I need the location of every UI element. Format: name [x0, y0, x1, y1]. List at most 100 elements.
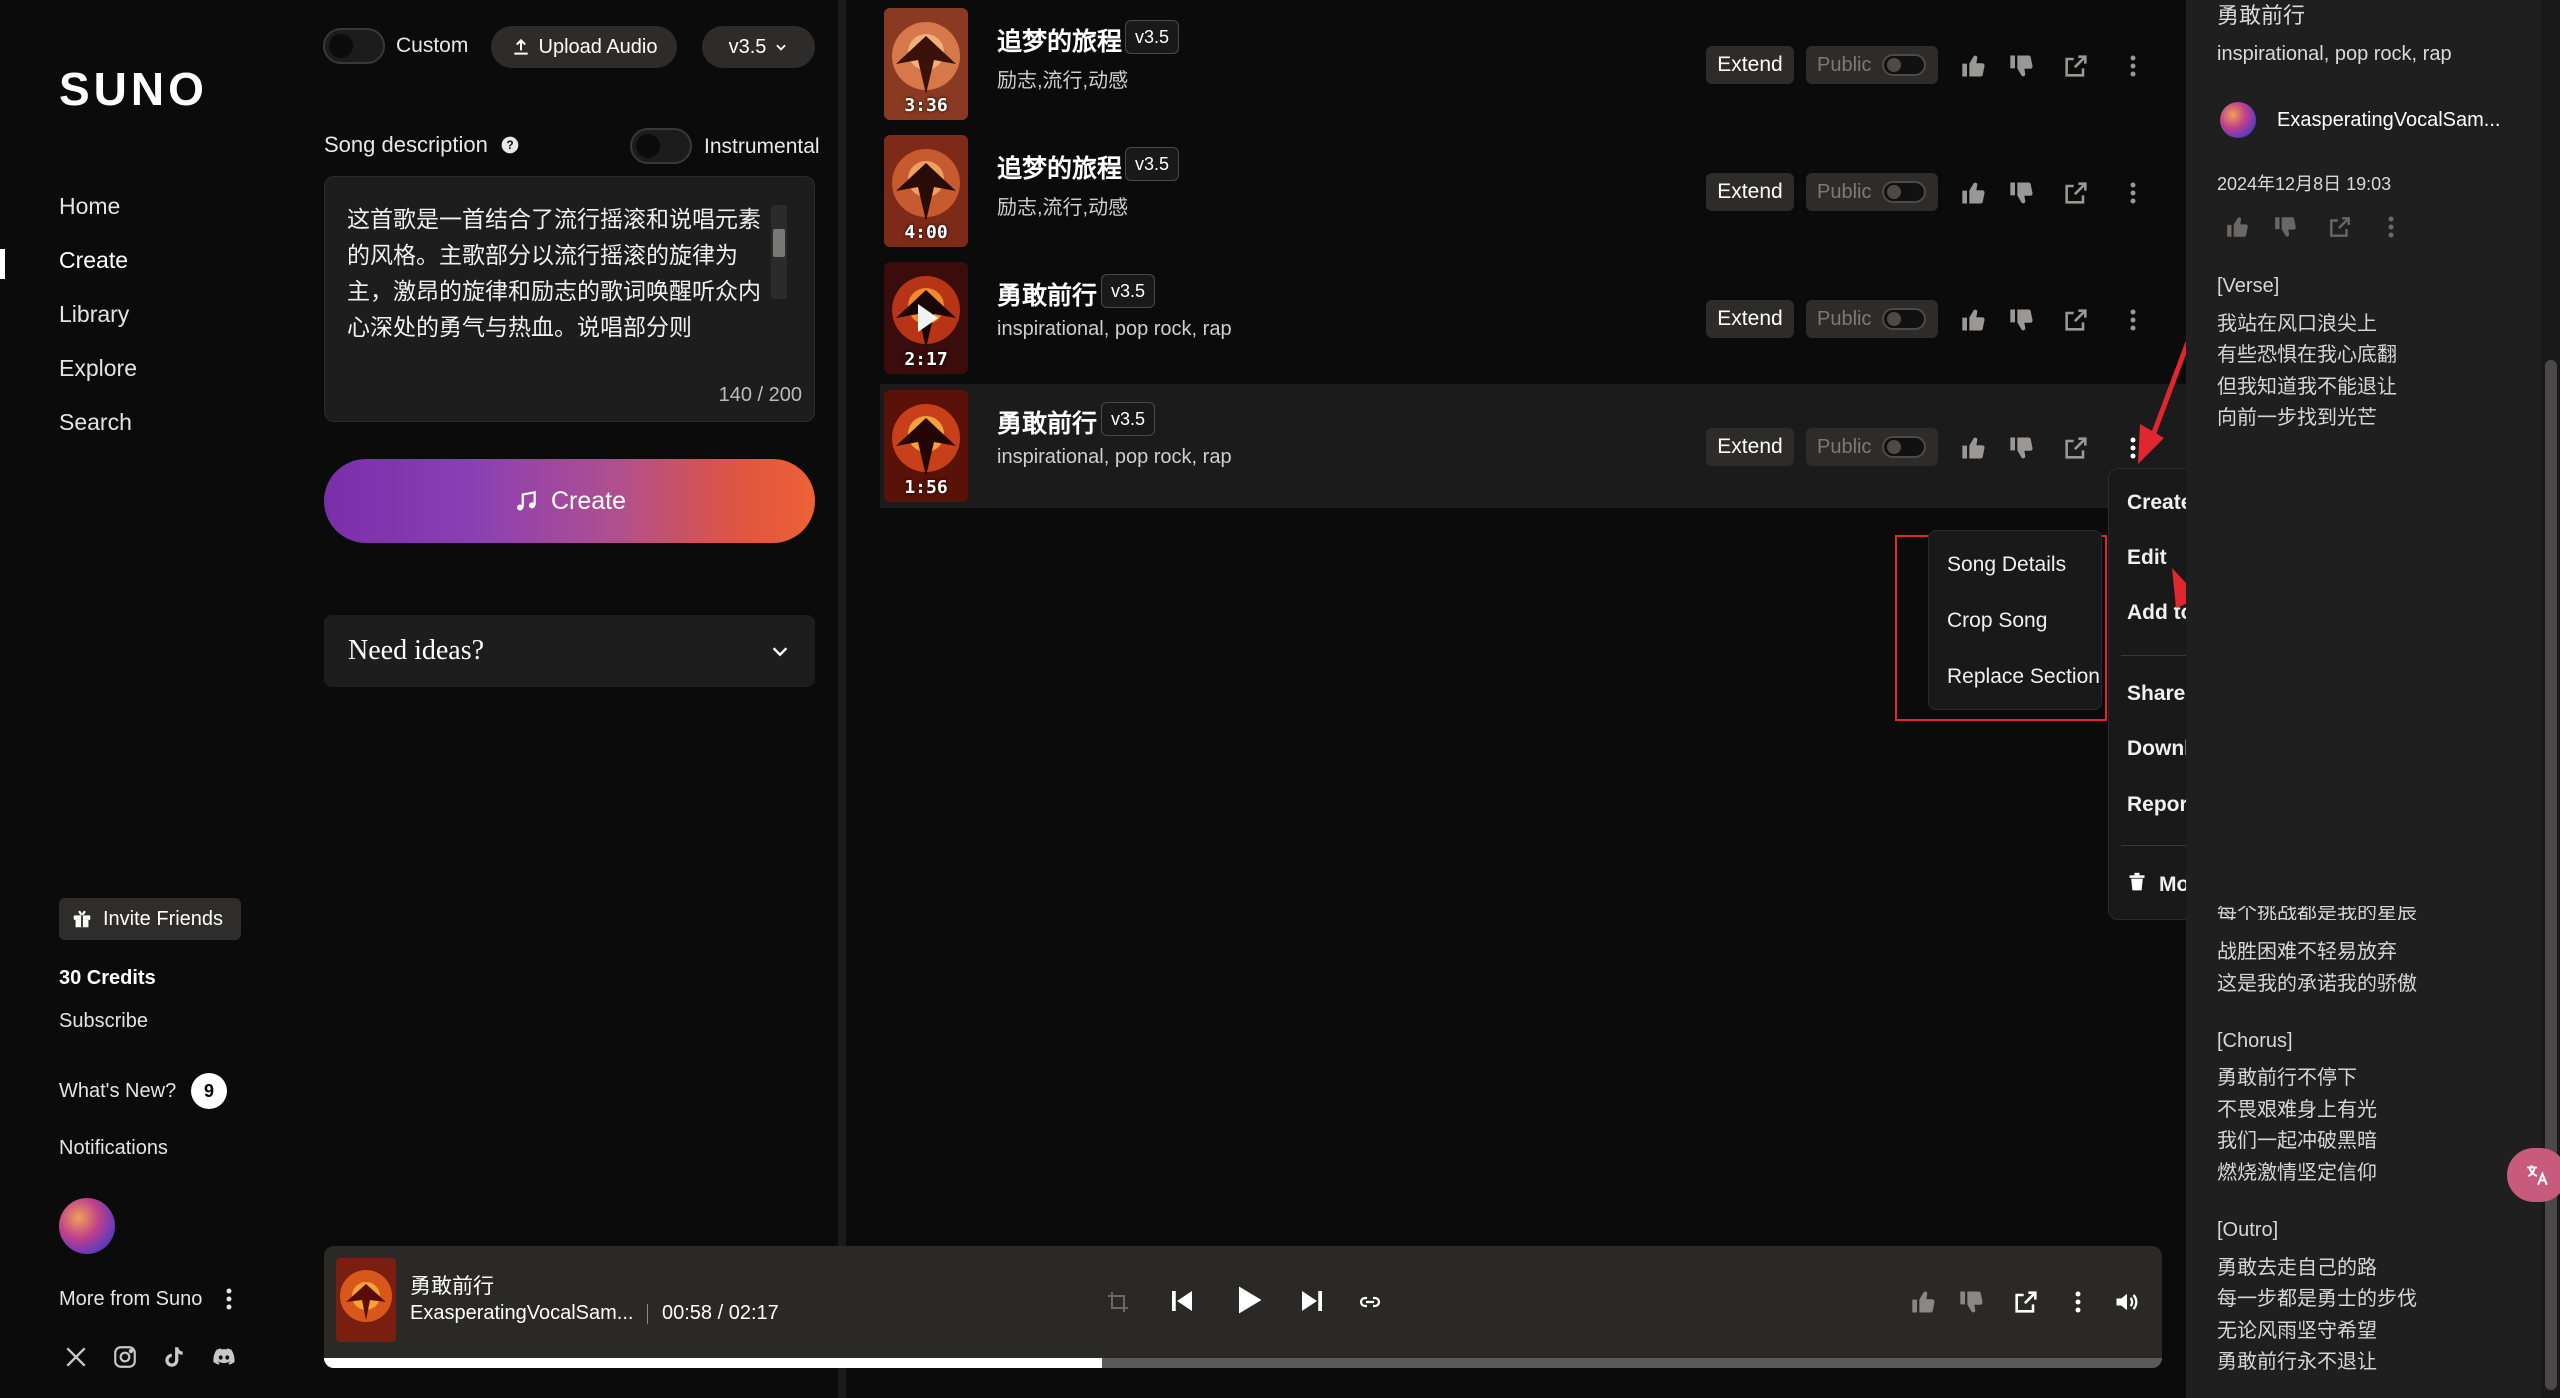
song-tags[interactable]: 励志,流行,动感 — [997, 64, 1128, 93]
lyric-line: 勇敢去走自己的路 — [2217, 1257, 2377, 1279]
public-switch[interactable] — [1882, 54, 1926, 76]
x-twitter-icon[interactable] — [63, 1344, 89, 1370]
invite-friends-button[interactable]: Invite Friends — [59, 898, 241, 940]
public-toggle[interactable]: Public — [1806, 173, 1938, 211]
extend-button[interactable]: Extend — [1706, 46, 1794, 84]
nav-home[interactable]: Home — [59, 193, 120, 220]
thumbs-down-icon[interactable] — [2008, 179, 2036, 207]
notifications-link[interactable]: Notifications — [59, 1137, 168, 1160]
panel-divider[interactable] — [838, 0, 846, 1398]
public-switch[interactable] — [1882, 436, 1926, 458]
instrumental-toggle[interactable] — [630, 128, 692, 164]
replace-section-menu-item[interactable]: Replace Section — [1947, 665, 2100, 689]
player-artist[interactable]: ExasperatingVocalSam... — [410, 1302, 633, 1325]
help-icon[interactable]: ? — [500, 135, 520, 155]
song-tags[interactable]: 励志,流行,动感 — [997, 191, 1128, 220]
instagram-icon[interactable] — [112, 1344, 138, 1370]
share-icon[interactable] — [2327, 214, 2353, 240]
song-row[interactable]: 2:17 勇敢前行 v3.5 inspirational, pop rock, rap… — [880, 256, 2186, 380]
song-title[interactable]: 勇敢前行 — [997, 404, 1097, 440]
nav-explore[interactable]: Explore — [59, 355, 137, 382]
song-title[interactable]: 勇敢前行 — [997, 276, 1097, 312]
playback-progress-bar[interactable] — [324, 1358, 2162, 1368]
create-menu-item[interactable]: Create — [2127, 491, 2192, 515]
extend-button[interactable]: Extend — [1706, 300, 1794, 338]
tiktok-icon[interactable] — [161, 1344, 187, 1370]
suno-logo[interactable]: SUNO — [59, 62, 208, 116]
crop-icon[interactable] — [1106, 1290, 1130, 1314]
share-icon[interactable] — [2062, 434, 2090, 462]
translate-icon[interactable] — [2507, 1148, 2560, 1202]
song-cover-art[interactable]: 3:36 — [884, 8, 968, 120]
thumbs-down-icon[interactable] — [2273, 214, 2299, 240]
loop-icon[interactable] — [1358, 1290, 1382, 1314]
more-options-icon[interactable] — [222, 1286, 236, 1312]
thumbs-up-icon[interactable] — [1960, 306, 1988, 334]
song-title[interactable]: 追梦的旅程 — [997, 22, 1122, 58]
previous-track-icon[interactable] — [1167, 1286, 1197, 1316]
song-row[interactable]: 1:56 勇敢前行 v3.5 inspirational, pop rock, rap… — [880, 384, 2186, 508]
share-icon[interactable] — [2062, 306, 2090, 334]
volume-icon[interactable] — [2113, 1288, 2141, 1316]
thumbs-up-icon[interactable] — [1960, 52, 1988, 80]
thumbs-down-icon[interactable] — [1958, 1288, 1986, 1316]
share-icon[interactable] — [2062, 179, 2090, 207]
song-title[interactable]: 追梦的旅程 — [997, 149, 1122, 185]
thumbs-up-icon[interactable] — [1960, 179, 1988, 207]
thumbs-down-icon[interactable] — [2008, 434, 2036, 462]
need-ideas-dropdown[interactable]: Need ideas? — [324, 615, 815, 687]
thumbs-up-icon[interactable] — [2225, 214, 2251, 240]
next-track-icon[interactable] — [1297, 1286, 1327, 1316]
player-cover-art[interactable] — [336, 1258, 396, 1342]
thumbs-up-icon[interactable] — [1910, 1288, 1938, 1316]
edit-menu-item[interactable]: Edit — [2127, 546, 2167, 570]
textarea-scrollbar[interactable] — [771, 205, 787, 299]
public-toggle[interactable]: Public — [1806, 300, 1938, 338]
details-artist[interactable]: ExasperatingVocalSam... — [2277, 109, 2500, 132]
textarea-scrollbar-thumb[interactable] — [773, 229, 785, 257]
song-row[interactable]: 3:36 追梦的旅程 v3.5 励志,流行,动感 Extend Public — [880, 2, 2186, 126]
crop-song-menu-item[interactable]: Crop Song — [1947, 609, 2047, 633]
model-version-select[interactable]: v3.5 — [702, 26, 815, 68]
public-switch[interactable] — [1882, 181, 1926, 203]
song-row[interactable]: 4:00 追梦的旅程 v3.5 励志,流行,动感 Extend Public — [880, 129, 2186, 253]
report-menu-item[interactable]: Report — [2127, 793, 2195, 817]
user-avatar[interactable] — [59, 1198, 115, 1254]
more-options-icon[interactable] — [2073, 1288, 2083, 1316]
artist-avatar[interactable] — [2220, 102, 2256, 138]
public-toggle[interactable]: Public — [1806, 46, 1938, 84]
song-tags[interactable]: inspirational, pop rock, rap — [997, 318, 1232, 341]
extend-button[interactable]: Extend — [1706, 173, 1794, 211]
more-options-icon[interactable] — [2128, 52, 2156, 80]
thumbs-up-icon[interactable] — [1960, 434, 1988, 462]
song-cover-art[interactable]: 2:17 — [884, 262, 968, 374]
share-icon[interactable] — [2062, 52, 2090, 80]
song-cover-art[interactable]: 4:00 — [884, 135, 968, 247]
subscribe-link[interactable]: Subscribe — [59, 1010, 148, 1033]
more-from-suno-link[interactable]: More from Suno — [59, 1288, 202, 1311]
thumbs-down-icon[interactable] — [2008, 306, 2036, 334]
public-switch[interactable] — [1882, 308, 1926, 330]
nav-library[interactable]: Library — [59, 301, 129, 328]
song-tags[interactable]: inspirational, pop rock, rap — [997, 446, 1232, 469]
song-description-input[interactable]: 这首歌是一首结合了流行摇滚和说唱元素的风格。主歌部分以流行摇滚的旋律为主，激昂的… — [324, 176, 815, 422]
discord-icon[interactable] — [210, 1344, 236, 1370]
more-options-icon[interactable] — [2386, 214, 2396, 240]
page-scrollbar-thumb[interactable] — [2545, 360, 2557, 1390]
upload-audio-button[interactable]: Upload Audio — [491, 26, 677, 68]
nav-create[interactable]: Create — [59, 247, 128, 274]
public-toggle[interactable]: Public — [1806, 428, 1938, 466]
whats-new-link[interactable]: What's New? — [59, 1080, 176, 1103]
more-options-icon[interactable] — [2128, 179, 2156, 207]
song-details-menu-item[interactable]: Song Details — [1947, 553, 2066, 577]
extend-button[interactable]: Extend — [1706, 428, 1794, 466]
song-cover-art[interactable]: 1:56 — [884, 390, 968, 502]
player-song-title[interactable]: 勇敢前行 — [410, 1270, 494, 1300]
share-icon[interactable] — [2012, 1288, 2040, 1316]
play-icon[interactable] — [1230, 1282, 1266, 1318]
thumbs-down-icon[interactable] — [2008, 52, 2036, 80]
create-button[interactable]: Create — [324, 459, 815, 543]
nav-search[interactable]: Search — [59, 409, 132, 436]
more-options-icon[interactable] — [2128, 306, 2156, 334]
custom-toggle[interactable] — [323, 28, 385, 64]
